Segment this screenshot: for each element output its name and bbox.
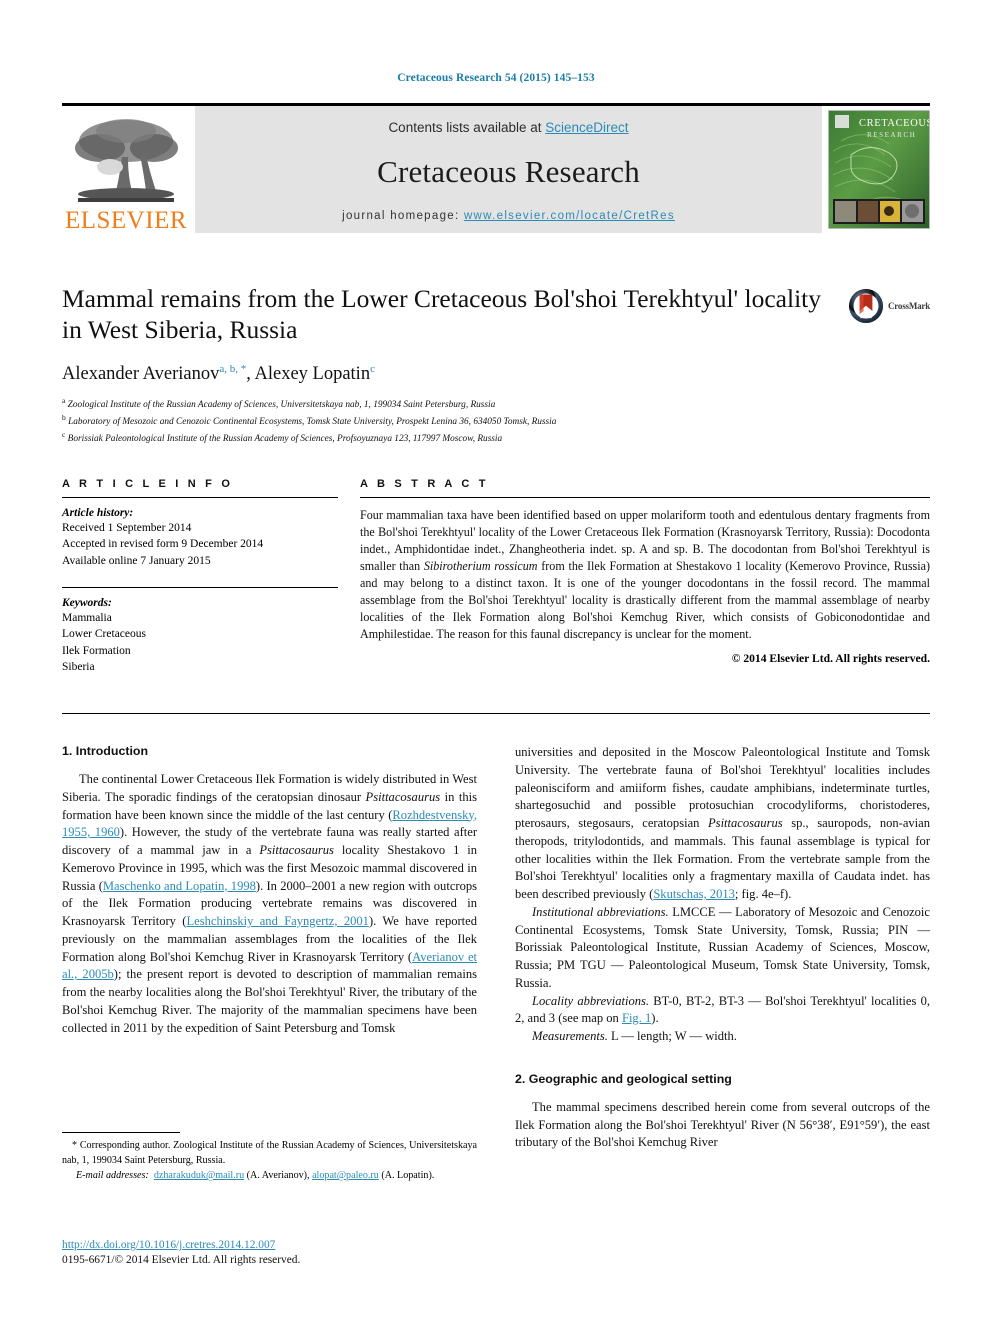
section-heading-introduction: 1. Introduction bbox=[62, 744, 149, 758]
institutional-abbreviations-label: Institutional abbreviations. bbox=[532, 904, 669, 919]
locality-abbreviations-paragraph: Locality abbreviations. BT-0, BT-2, BT-3… bbox=[515, 993, 930, 1029]
affiliation-c: c Borissiak Paleontological Institute of… bbox=[62, 429, 822, 446]
keyword-item: Lower Cretaceous bbox=[62, 628, 146, 641]
title-block: Mammal remains from the Lower Cretaceous… bbox=[62, 283, 822, 447]
abstract-heading: A B S T R A C T bbox=[360, 478, 489, 490]
crossmark-label: CrossMark bbox=[888, 301, 931, 311]
email-addresses-label: E-mail addresses: bbox=[76, 1170, 149, 1182]
affiliation-a-mark: a bbox=[62, 395, 66, 405]
journal-homepage-link[interactable]: www.elsevier.com/locate/CretRes bbox=[464, 210, 675, 222]
footnote-block: * Corresponding author. Zoological Insti… bbox=[62, 1132, 477, 1184]
keyword-item: Mammalia bbox=[62, 611, 112, 624]
article-history-heading: Article history: bbox=[62, 507, 134, 519]
page-title: Mammal remains from the Lower Cretaceous… bbox=[62, 284, 821, 345]
author-list: Alexander Averianova, b, *, Alexey Lopat… bbox=[62, 362, 375, 384]
locality-abbreviations-tail: ). bbox=[651, 1011, 659, 1026]
elsevier-wordmark: ELSEVIER bbox=[64, 207, 188, 234]
running-head: Cretaceous Research 54 (2015) 145–153 bbox=[397, 72, 595, 84]
journal-title: Cretaceous Research bbox=[377, 153, 640, 189]
article-history-online: Available online 7 January 2015 bbox=[62, 554, 211, 567]
intro-paragraph: The continental Lower Cretaceous Ilek Fo… bbox=[62, 771, 477, 1037]
article-history-accepted: Accepted in revised form 9 December 2014 bbox=[62, 538, 264, 551]
crossmark-badge[interactable]: CrossMark bbox=[848, 288, 930, 324]
affiliation-a-text: Zoological Institute of the Russian Acad… bbox=[67, 399, 496, 410]
crossmark-icon bbox=[849, 289, 883, 323]
article-info-rule bbox=[62, 497, 338, 498]
body-left-column: 1. Introduction The continental Lower Cr… bbox=[62, 744, 477, 1152]
measurements-label: Measurements. bbox=[532, 1029, 608, 1043]
journal-cover-image: CRETACEOUS RESEARCH bbox=[829, 111, 929, 228]
measurements-paragraph: Measurements. L — length; W — width. bbox=[515, 1028, 930, 1046]
journal-homepage-line: journal homepage: www.elsevier.com/locat… bbox=[342, 210, 675, 222]
affiliation-b: b Laboratory of Mesozoic and Cenozoic Co… bbox=[62, 412, 822, 429]
email-link-averianov[interactable]: dzharakuduk@mail.ru bbox=[154, 1170, 244, 1181]
contents-list-line: Contents lists available at ScienceDirec… bbox=[388, 120, 628, 135]
body-right-column: universities and deposited in the Moscow… bbox=[515, 744, 930, 1152]
info-abstract-area: A R T I C L E I N F O Article history: R… bbox=[62, 478, 930, 675]
elsevier-tree-icon bbox=[75, 119, 178, 202]
right-taxon-1: Psittacosaurus bbox=[708, 816, 783, 830]
intro-taxon-1: Psittacosaurus bbox=[365, 789, 441, 804]
abstract-text: Four mammalian taxa have been identified… bbox=[360, 507, 930, 643]
citation-leshchinskiy-fayngertz[interactable]: Leshchinskiy and Fayngertz, 2001 bbox=[186, 914, 368, 928]
affiliation-c-mark: c bbox=[62, 430, 66, 440]
paper-page: Cretaceous Research 54 (2015) 145–153 EL… bbox=[0, 0, 992, 1323]
affiliation-b-mark: b bbox=[62, 413, 66, 423]
affiliation-b-text: Laboratory of Mesozoic and Cenozoic Cont… bbox=[68, 417, 557, 428]
corresponding-author-note: * Corresponding author. Zoological Insti… bbox=[62, 1139, 477, 1168]
affiliation-list: a Zoological Institute of the Russian Ac… bbox=[62, 395, 822, 447]
footnote-rule bbox=[62, 1132, 180, 1133]
locality-abbreviations-label: Locality abbreviations. bbox=[532, 993, 650, 1008]
corresponding-author-text: Corresponding author. Zoological Institu… bbox=[62, 1140, 477, 1166]
elsevier-logo[interactable]: ELSEVIER bbox=[62, 106, 190, 233]
issn-copyright-line: 0195-6671/© 2014 Elsevier Ltd. All right… bbox=[62, 1254, 301, 1267]
intro-text-g: ); the present report is devoted to desc… bbox=[62, 967, 477, 1035]
sciencedirect-link[interactable]: ScienceDirect bbox=[545, 120, 628, 135]
abstract-taxon-name: Sibirotherium rossicum bbox=[423, 558, 538, 573]
journal-header: ELSEVIER Contents lists available at Sci… bbox=[62, 103, 930, 236]
affiliation-c-text: Borissiak Paleontological Institute of t… bbox=[67, 434, 503, 445]
author-2-affiliation-mark[interactable]: c bbox=[370, 363, 375, 375]
journal-cover-thumbnail[interactable]: CRETACEOUS RESEARCH bbox=[828, 110, 930, 229]
institutional-abbreviations-paragraph: Institutional abbreviations. LMCCE — Lab… bbox=[515, 904, 930, 993]
svg-text:RESEARCH: RESEARCH bbox=[867, 131, 916, 139]
abstract-column: A B S T R A C T Four mammalian taxa have… bbox=[360, 478, 930, 675]
article-info-heading: A R T I C L E I N F O bbox=[62, 478, 234, 490]
keywords-rule bbox=[62, 586, 338, 588]
keyword-item: Ilek Formation bbox=[62, 644, 131, 657]
figure-1-link[interactable]: Fig. 1 bbox=[622, 1011, 651, 1025]
keyword-item: Siberia bbox=[62, 660, 95, 673]
article-history-received: Received 1 September 2014 bbox=[62, 522, 192, 534]
citation-skutschas-2013[interactable]: Skutschas, 2013 bbox=[653, 887, 735, 901]
article-info-column: A R T I C L E I N F O Article history: R… bbox=[62, 478, 338, 675]
measurements-text: L — length; W — width. bbox=[607, 1029, 737, 1043]
footer-identifiers: http://dx.doi.org/10.1016/j.cretres.2014… bbox=[62, 1238, 562, 1269]
email-owner-2: (A. Lopatin). bbox=[378, 1170, 435, 1182]
right-text-c: ; fig. 4e–f). bbox=[734, 887, 792, 901]
right-paragraph-continuation: universities and deposited in the Moscow… bbox=[515, 744, 930, 904]
keywords-heading: Keywords: bbox=[62, 596, 112, 609]
email-addresses-note: E-mail addresses: dzharakuduk@mail.ru (A… bbox=[62, 1169, 477, 1184]
homepage-prefix: journal homepage: bbox=[342, 209, 464, 222]
contents-prefix: Contents lists available at bbox=[388, 119, 546, 135]
doi-link[interactable]: http://dx.doi.org/10.1016/j.cretres.2014… bbox=[62, 1238, 562, 1253]
author-2: Alexey Lopatin bbox=[254, 363, 371, 384]
svg-text:CRETACEOUS: CRETACEOUS bbox=[859, 118, 929, 129]
email-owner-1: (A. Averianov), bbox=[244, 1170, 313, 1182]
journal-banner: Contents lists available at ScienceDirec… bbox=[195, 106, 822, 233]
citation-maschenko-lopatin[interactable]: Maschenko and Lopatin, 1998 bbox=[103, 879, 256, 893]
email-link-lopatin[interactable]: alopat@paleo.ru bbox=[312, 1170, 379, 1181]
abstract-rule bbox=[360, 497, 930, 498]
abstract-copyright: © 2014 Elsevier Ltd. All rights reserved… bbox=[731, 651, 930, 665]
geographic-setting-paragraph: The mammal specimens described herein co… bbox=[515, 1099, 930, 1150]
author-1-affiliation-marks[interactable]: a, b, * bbox=[219, 363, 246, 375]
intro-taxon-2: Psittacosaurus bbox=[259, 843, 334, 857]
body-separator-rule bbox=[62, 713, 930, 714]
body-columns: 1. Introduction The continental Lower Cr… bbox=[62, 744, 930, 1152]
affiliation-a: a Zoological Institute of the Russian Ac… bbox=[62, 395, 822, 412]
section-heading-geographic-setting: 2. Geographic and geological setting bbox=[515, 1071, 732, 1086]
author-1: Alexander Averianov bbox=[62, 363, 220, 384]
